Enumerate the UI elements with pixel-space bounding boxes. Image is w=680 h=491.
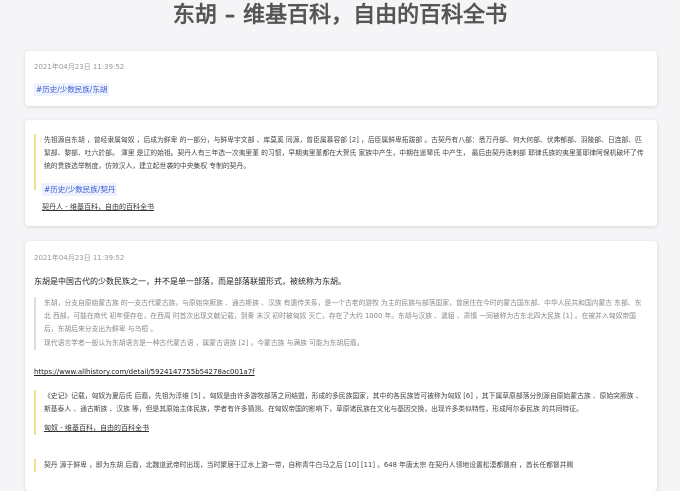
grey-quote-text: 东胡，分支自原始蒙古族 的一支古代蒙古族，与原始突厥族 、通古斯族 、汉族 有遗… [44, 299, 642, 333]
url-link[interactable]: https://www.allhistory.com/detail/592414… [34, 368, 255, 376]
note-card: 2021年04月23日 11:39:52 #历史/少数民族/东胡 [25, 51, 657, 106]
grey-quote-text-2: 现代语言学者一般认为东胡语言是一种古代蒙古语 ，属蒙古语族 [2] 。今蒙古族 … [44, 339, 364, 347]
note-card: 先祖源自东胡 ，曾经隶属匈奴 ，后成为鲜卑 的一部分，与鲜卑宇文部 、库莫奚 同… [25, 120, 657, 226]
grey-quote-block: 东胡，分支自原始蒙古族 的一支古代蒙古族，与原始突厥族 、通古斯族 、汉族 有遗… [34, 297, 646, 350]
note-card: 2021年04月23日 11:39:52 东胡是中国古代的少数民族之一，并不是单… [25, 241, 657, 491]
quote-block: 《史记》记载，匈奴为夏后氏 后裔，先祖为淳维 [5] 。匈奴是由许多游牧部落之间… [34, 390, 646, 435]
quote-block: 先祖源自东胡 ，曾经隶属匈奴 ，后成为鲜卑 的一部分，与鲜卑宇文部 、库莫奚 同… [34, 134, 646, 190]
timestamp: 2021年04月23日 11:39:52 [34, 254, 125, 262]
page-title: 东胡 – 维基百科，自由的百科全书 [172, 3, 508, 28]
quote-text: 《史记》记载，匈奴为夏后氏 后裔，先祖为淳维 [5] 。匈奴是由许多游牧部落之间… [44, 392, 643, 413]
quote-text: 契丹 源于鲜卑 ，即为东胡 后裔，北魏道武帝时出现，当时聚居于辽水上游一带，自称… [44, 461, 574, 469]
quote-block: 契丹 源于鲜卑 ，即为东胡 后裔，北魏道武帝时出现，当时聚居于辽水上游一带，自称… [34, 459, 646, 472]
source-link[interactable]: 匈奴 - 维基百科，自由的百科全书 [44, 422, 646, 435]
quote-text: 先祖源自东胡 ，曾经隶属匈奴 ，后成为鲜卑 的一部分，与鲜卑宇文部 、库莫奚 同… [44, 136, 644, 170]
tag-link[interactable]: #历史/少数民族/契丹 [42, 183, 118, 196]
lead-text: 东胡是中国古代的少数民族之一，并不是单一部落，而是部落联盟形式，被统称为东胡。 [34, 277, 346, 286]
source-link[interactable]: 契丹人 - 维基百科，自由的百科全书 [42, 202, 154, 212]
tag-link[interactable]: #历史/少数民族/东胡 [34, 83, 110, 96]
timestamp: 2021年04月23日 11:39:52 [34, 63, 125, 71]
